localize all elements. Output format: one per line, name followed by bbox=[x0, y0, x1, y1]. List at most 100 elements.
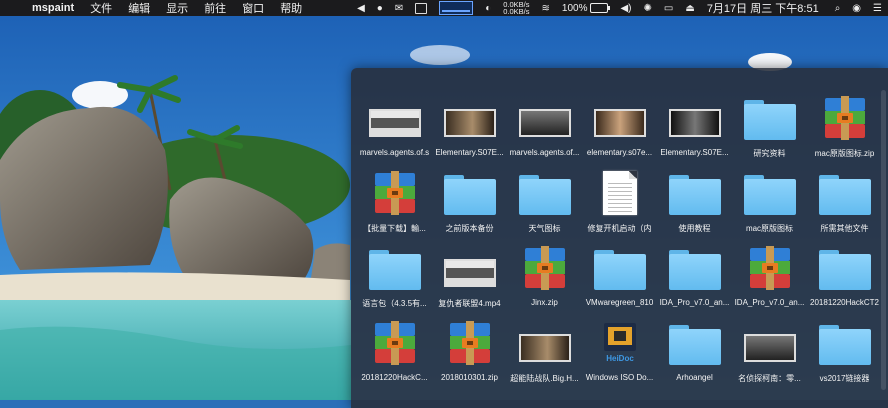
video-thumbnail bbox=[443, 96, 496, 140]
file-item-archive[interactable]: 20181220HackC... bbox=[357, 319, 432, 394]
folder-icon bbox=[668, 171, 721, 215]
file-item-label: IDA_Pro_v7.0_an... bbox=[734, 298, 805, 307]
menu-bar: mspaint 文件 编辑 显示 前往 窗口 帮助 ◀ ● ✉ ◐ 0.0KB/… bbox=[0, 0, 888, 16]
file-item-folder[interactable]: mac原版图标 bbox=[732, 169, 807, 244]
file-item-label: vs2017链接器 bbox=[819, 374, 870, 383]
file-item-folder[interactable]: Arhoangel bbox=[657, 319, 732, 394]
brightness-icon[interactable]: ✺ bbox=[638, 0, 658, 16]
file-item-video[interactable]: Elementary.S07E... bbox=[657, 94, 732, 169]
file-item-video[interactable]: 复仇者联盟4.mp4 bbox=[432, 244, 507, 319]
file-item-video[interactable]: 超能陆战队.Big.H... bbox=[507, 319, 582, 394]
video-thumbnail bbox=[443, 246, 496, 290]
heidoc-app-icon: HeiDoc bbox=[594, 321, 646, 365]
back-arrow-icon[interactable]: ◀ bbox=[351, 0, 371, 16]
file-item-label: 超能陆战队.Big.H... bbox=[510, 374, 579, 383]
file-item-label: mac原版图标 bbox=[745, 224, 794, 233]
file-item-video[interactable]: marvels.agents.of... bbox=[507, 94, 582, 169]
folder-icon bbox=[368, 246, 421, 290]
file-item-folder[interactable]: 之前版本备份 bbox=[432, 169, 507, 244]
menu-window[interactable]: 窗口 bbox=[234, 0, 272, 16]
battery-status[interactable]: 100% bbox=[556, 0, 615, 16]
screen-record-icon[interactable] bbox=[409, 0, 433, 16]
file-item-label: 使用教程 bbox=[678, 224, 711, 233]
file-item-folder[interactable]: 天气图标 bbox=[507, 169, 582, 244]
folder-icon bbox=[818, 171, 871, 215]
folder-icon bbox=[668, 246, 721, 290]
clock[interactable]: 7月17日 周三 下午8:51 bbox=[701, 0, 829, 16]
scrollbar[interactable] bbox=[881, 90, 886, 390]
file-item-document[interactable]: 修复开机启动（内 bbox=[582, 169, 657, 244]
file-item-archive[interactable]: 2018010301.zip bbox=[432, 319, 507, 394]
file-item-label: 天气图标 bbox=[528, 224, 561, 233]
file-item-archive[interactable]: Jinx.zip bbox=[507, 244, 582, 319]
qq-icon[interactable]: ● bbox=[371, 0, 389, 16]
archive-icon bbox=[444, 321, 496, 365]
file-item-label: Elementary.S07E... bbox=[435, 148, 504, 157]
wechat-icon[interactable]: ✉ bbox=[389, 0, 409, 16]
file-item-folder[interactable]: 20181220HackCT2 bbox=[807, 244, 882, 319]
file-item-label: IDA_Pro_v7.0_an... bbox=[659, 298, 730, 307]
folder-icon bbox=[443, 171, 496, 215]
network-speed[interactable]: 0.0KB/s 0.0KB/s bbox=[497, 0, 535, 16]
file-item-label: 研究资料 bbox=[753, 149, 786, 158]
file-item-video[interactable]: Elementary.S07E... bbox=[432, 94, 507, 169]
menu-file[interactable]: 文件 bbox=[82, 0, 120, 16]
siri-icon[interactable]: ◉ bbox=[846, 0, 867, 16]
file-item-folder[interactable]: 所需其他文件 bbox=[807, 169, 882, 244]
volume-icon[interactable]: ◀) bbox=[614, 0, 637, 16]
file-item-label: 【批量下载】輸... bbox=[363, 224, 426, 233]
menu-edit[interactable]: 编辑 bbox=[120, 0, 158, 16]
display-icon[interactable]: ▭ bbox=[658, 0, 679, 16]
file-item-label: marvels.agents.of... bbox=[509, 148, 580, 157]
archive-icon bbox=[369, 171, 421, 215]
menu-go[interactable]: 前往 bbox=[196, 0, 234, 16]
dark-mode-icon[interactable]: ◐ bbox=[479, 0, 497, 16]
svg-text:HeiDoc: HeiDoc bbox=[606, 354, 634, 363]
file-item-video[interactable]: elementary.s07e... bbox=[582, 94, 657, 169]
notification-center-icon[interactable]: ☰ bbox=[867, 0, 888, 16]
file-item-folder[interactable]: VMwaregreen_810 bbox=[582, 244, 657, 319]
video-thumbnail bbox=[368, 96, 421, 140]
file-item-folder[interactable]: 使用教程 bbox=[657, 169, 732, 244]
net-down-speed: 0.0KB/s bbox=[503, 7, 530, 16]
file-item-label: 20181220HackCT2 bbox=[810, 298, 879, 307]
video-thumbnail bbox=[743, 321, 796, 365]
archive-icon bbox=[744, 246, 796, 290]
file-item-label: 2018010301.zip bbox=[441, 373, 498, 382]
file-item-label: mac原版图标.zip bbox=[814, 149, 875, 158]
eject-icon[interactable]: ⏏ bbox=[679, 0, 700, 16]
archive-icon bbox=[369, 321, 421, 365]
menu-view[interactable]: 显示 bbox=[158, 0, 196, 16]
activity-graph-icon[interactable] bbox=[433, 0, 479, 16]
video-thumbnail bbox=[518, 321, 571, 365]
menu-help[interactable]: 帮助 bbox=[272, 0, 310, 16]
app-name-menu[interactable]: mspaint bbox=[30, 2, 82, 14]
downloads-stack-window: marvels.agents.of.s Elementary.S07E... mar… bbox=[351, 68, 888, 408]
file-item-archive[interactable]: 【批量下载】輸... bbox=[357, 169, 432, 244]
file-item-label: 20181220HackC... bbox=[361, 373, 428, 382]
file-item-folder[interactable]: 研究资料 bbox=[732, 94, 807, 169]
file-item-label: VMwaregreen_810 bbox=[585, 298, 654, 307]
battery-icon bbox=[590, 3, 611, 13]
folder-icon bbox=[743, 171, 796, 215]
folder-icon bbox=[593, 246, 646, 290]
wifi-icon[interactable]: ≋ bbox=[536, 0, 556, 16]
video-thumbnail bbox=[668, 96, 721, 140]
file-item-label: 修复开机启动（内 bbox=[587, 224, 652, 233]
spotlight-search-icon[interactable]: ⌕ bbox=[829, 0, 847, 16]
folder-icon bbox=[818, 321, 871, 365]
file-item-archive[interactable]: IDA_Pro_v7.0_an... bbox=[732, 244, 807, 319]
file-item-folder[interactable]: IDA_Pro_v7.0_an... bbox=[657, 244, 732, 319]
file-item-video[interactable]: 名侦探柯南：零... bbox=[732, 319, 807, 394]
folder-icon bbox=[668, 321, 721, 365]
file-grid: marvels.agents.of.s Elementary.S07E... mar… bbox=[357, 94, 882, 394]
file-item-label: elementary.s07e... bbox=[586, 148, 653, 157]
file-item-archive[interactable]: mac原版图标.zip bbox=[807, 94, 882, 169]
file-item-folder[interactable]: 语言包（4.3.5有... bbox=[357, 244, 432, 319]
file-item-video[interactable]: marvels.agents.of.s bbox=[357, 94, 432, 169]
file-item-heidoc[interactable]: HeiDoc Windows ISO Do... bbox=[582, 319, 657, 394]
text-document-icon bbox=[594, 171, 646, 215]
file-item-folder[interactable]: vs2017链接器 bbox=[807, 319, 882, 394]
folder-icon bbox=[818, 246, 871, 290]
folder-icon bbox=[743, 96, 796, 140]
